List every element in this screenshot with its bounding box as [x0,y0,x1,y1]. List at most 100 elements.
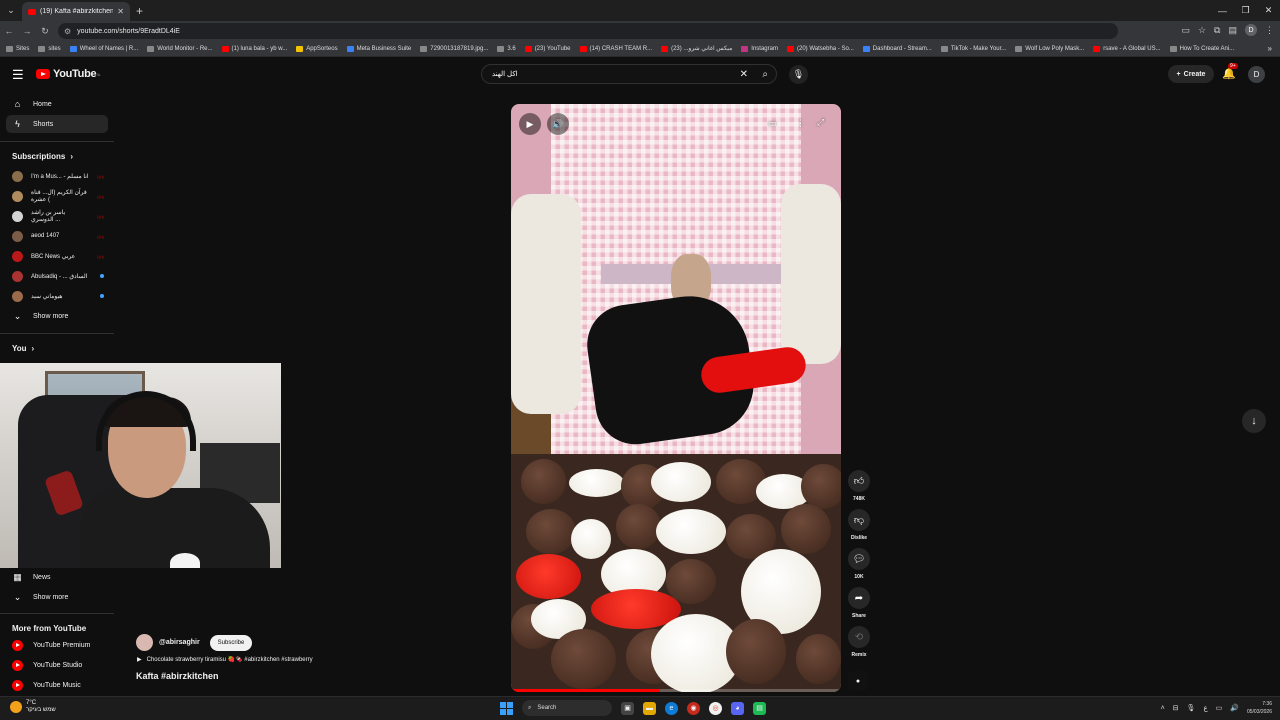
bookmark-item[interactable]: Sites [6,45,29,52]
volume-button[interactable]: 🔊 [547,113,569,135]
chevron-up-icon[interactable]: ˄ [1161,705,1165,712]
file-explorer-icon[interactable]: ▬ [643,701,656,715]
app-green-icon[interactable]: ▤ [753,701,766,715]
task-view-icon[interactable]: ▣ [621,701,634,715]
show-more-explore[interactable]: ⌄ Show more [6,588,108,606]
video-title[interactable]: Kafta #abirzkitchen [136,671,219,681]
video-progress-bar[interactable] [511,689,841,692]
bookmark-item[interactable]: 3.6 [497,45,516,52]
language-indicator[interactable]: ع [1203,704,1207,712]
extensions-icon[interactable]: ⧉ [1214,25,1220,36]
bookmark-item[interactable]: ميكس اغاني شرو... (23) [661,45,732,52]
bookmark-item[interactable]: How To Create Ani... [1169,45,1234,52]
music-row[interactable]: ▶ Chocolate strawberry tiramisu 🍓🍫 #abir… [137,656,313,663]
subscription-item[interactable]: هيوماني سيد [6,287,108,305]
subscribe-button[interactable]: Subscribe [209,634,253,651]
sidebar-item-news[interactable]: ▦ News [6,568,108,586]
bookmark-star-icon[interactable]: ☆ [1198,25,1206,36]
shorts-video-player[interactable]: ▶ 🔊 ▭ ⋮ ⤢ [511,104,841,692]
bookmarks-overflow-icon[interactable]: » [1268,44,1272,53]
subscription-item[interactable]: I'm a Mus... - انا مسلم ((•)) [6,167,108,185]
dislike-button[interactable]: 👎︎ Dislike [846,509,872,541]
mic-tray-icon[interactable]: 🎙 [1187,704,1196,712]
subscription-item[interactable]: aeod 1407 ((•)) [6,227,108,245]
sidebar-item-youtube-studio[interactable]: YouTube Studio [6,656,108,674]
search-input[interactable]: اكل الهند ✕ ⌕ [481,64,777,84]
more-options-icon[interactable]: ⋮ [796,118,805,129]
comments-button[interactable]: 💬︎ 10K [846,548,872,580]
windows-start-icon[interactable] [500,701,513,715]
clear-search-icon[interactable]: ✕ [740,69,748,80]
sidebar-item-youtube-music[interactable]: YouTube Music [6,676,108,694]
edge-icon[interactable]: e [665,701,678,715]
weather-widget[interactable]: 7°C שמש בעיקר [10,700,56,714]
chrome-menu-icon[interactable]: ⋮ [1265,25,1274,36]
like-button[interactable]: 👍︎ 748K [846,470,872,502]
share-button[interactable]: ➦ Share [846,587,872,619]
bookmark-item[interactable]: AppSorteos [296,45,338,52]
search-icon[interactable]: ⌕ [762,69,768,80]
bookmark-item[interactable]: 7290013187819.jpg... [420,45,488,52]
notifications-button[interactable]: 🔔 9+ [1222,63,1238,80]
back-icon[interactable]: ← [0,26,18,36]
sound-thumbnail[interactable]: ● [848,671,868,691]
close-window-icon[interactable]: ✕ [1257,0,1280,21]
you-header[interactable]: You › [12,344,34,353]
voice-search-button[interactable]: 🎙 [789,65,808,84]
subscription-item[interactable]: قرآن الكريم (ال... قناة ) عشرة ((•)) [6,187,108,205]
new-tab-icon[interactable]: + [136,4,143,18]
tab-close-icon[interactable]: ✕ [117,7,124,16]
subscriptions-header[interactable]: Subscriptions › [12,152,73,161]
restore-icon[interactable]: ❐ [1234,0,1257,21]
bookmark-item[interactable]: Wolf Low Poly Mask... [1015,45,1084,52]
channel-avatar[interactable] [136,634,153,651]
forward-icon[interactable]: → [18,26,36,36]
bookmark-item[interactable]: Instagram [741,45,778,52]
sidebar-item-shorts[interactable]: ϟ Shorts [6,115,108,133]
bookmark-item[interactable]: Dashboard - Stream... [862,45,932,52]
next-short-button[interactable]: ↓ [1242,409,1266,433]
chrome-icon[interactable]: ◎ [709,701,722,715]
speaker-icon[interactable]: 🔊 [1230,704,1239,712]
bookmark-item[interactable]: rsave - A Global US... [1093,45,1161,52]
subscription-item[interactable]: Abulsadiq - ... السادق [6,267,108,285]
sidebar-item-youtube-premium[interactable]: YouTube Premium [6,636,108,654]
discord-icon[interactable]: ◕ [731,701,744,715]
play-button[interactable]: ▶ [519,113,541,135]
reload-icon[interactable]: ↻ [36,26,54,37]
subscription-item[interactable]: BBC News عربي ((•)) [6,247,108,265]
fullscreen-icon[interactable]: ⤢ [817,117,824,128]
monitor-icon[interactable]: ▭ [1216,704,1223,712]
clock[interactable]: 7:36 05/03/2026 [1247,700,1272,716]
browser-tab-active[interactable]: (19) Kafta #abirzkitchen - YouTub ✕ [22,2,130,21]
bookmark-item[interactable]: TikTok - Make Your... [940,45,1006,52]
app-red-icon[interactable]: ◉ [687,701,700,715]
channel-name[interactable]: @abirsaghir [159,639,200,646]
bookmark-item[interactable]: Meta Business Suite [346,45,411,52]
bookmark-item[interactable]: sites [38,45,61,52]
tab-search-icon[interactable]: ⌄ [0,0,22,21]
minimize-icon[interactable]: — [1211,0,1234,21]
site-info-icon[interactable]: ⚙ [64,27,71,36]
omnibox[interactable]: ⚙ youtube.com/shorts/9EradtDL4iE [58,23,1118,39]
bookmark-item[interactable]: (14) CRASH TEAM R... [579,45,652,52]
youtube-logo[interactable]: YouTube IL [36,68,101,80]
account-avatar[interactable]: D [1248,66,1265,83]
captions-icon[interactable]: ▭ [768,118,777,129]
bookmark-item[interactable]: (23) YouTube [524,45,571,52]
bookmark-item[interactable]: Wheel of Names | R... [69,45,138,52]
hamburger-menu-icon[interactable]: ☰ [12,67,24,83]
network-icon[interactable]: ⊟ [1173,704,1179,712]
bookmark-item[interactable]: World Monitor - Re... [147,45,213,52]
bookmark-item[interactable]: (20) Watsebha - So... [786,45,854,52]
cast-icon[interactable]: ▭ [1181,25,1190,36]
sidebar-icon[interactable]: ▤ [1228,25,1237,36]
taskbar-search[interactable]: ⌕ Search [522,700,612,716]
remix-button[interactable]: ⟲ Remix [846,626,872,658]
profile-avatar[interactable]: D [1245,24,1257,36]
create-button[interactable]: + Create [1168,65,1214,83]
subscription-item[interactable]: ياسر بن راشد الدوسري ... ((•)) [6,207,108,225]
sidebar-item-home[interactable]: ⌂ Home [6,95,108,113]
bookmark-item[interactable]: (1) luna bala - yb w... [221,45,287,52]
show-more-subscriptions[interactable]: ⌄ Show more [6,307,108,325]
